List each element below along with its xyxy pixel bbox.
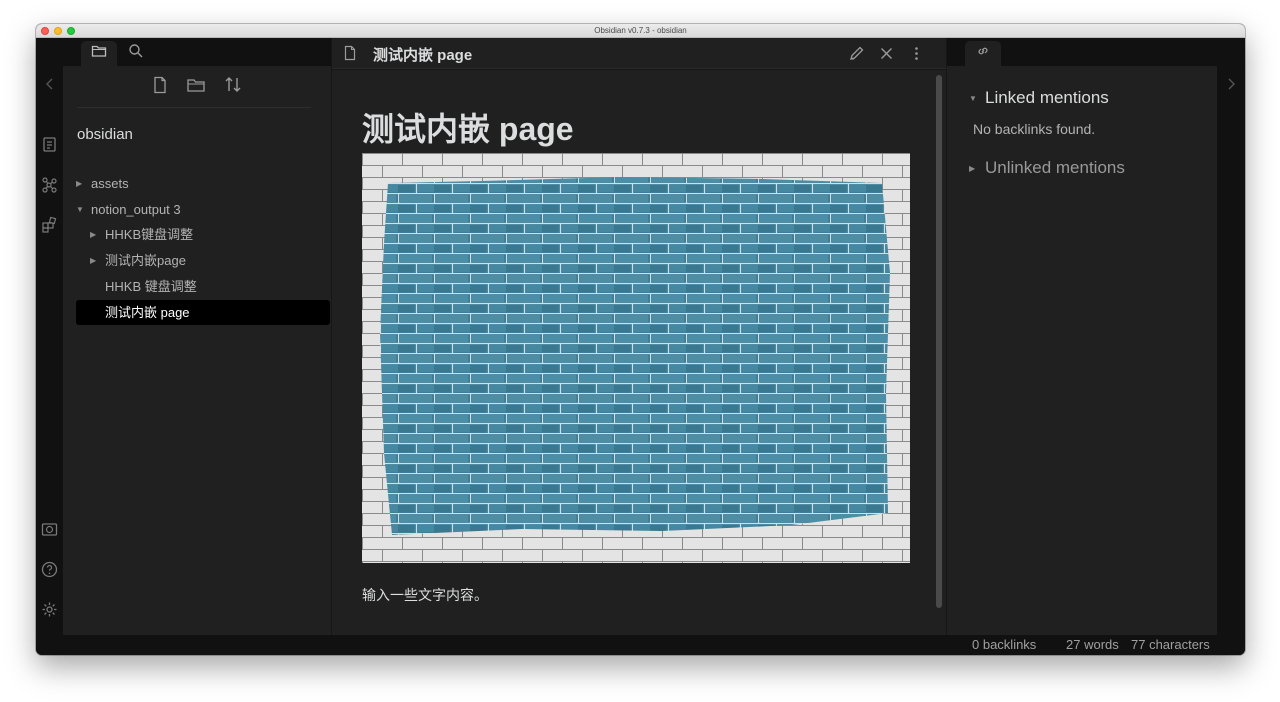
new-folder-icon[interactable]	[186, 75, 206, 95]
file-explorer-actions	[63, 72, 331, 100]
file-explorer: obsidian ▶ assets ▼ notion_output 3 ▶ HH…	[63, 66, 331, 635]
collapsed-arrow-icon: ▶	[90, 230, 97, 239]
tree-item-label: notion_output 3	[91, 202, 181, 217]
backlinks-tab[interactable]	[965, 41, 1001, 66]
tree-file-embedded-page-active[interactable]: 测试内嵌 page	[76, 300, 330, 325]
editor-view[interactable]: 测试内嵌 page 输入一些文字内容。	[332, 70, 946, 635]
more-options-icon[interactable]	[908, 45, 925, 62]
no-backlinks-message: No backlinks found.	[973, 121, 1096, 137]
status-bar: 0 backlinks 27 words 77 characters	[36, 635, 1245, 655]
unlinked-mentions-heading[interactable]: Unlinked mentions	[985, 158, 1125, 178]
note-paragraph: 输入一些文字内容。	[362, 587, 488, 603]
title-bar: Obsidian v0.7.3 - obsidian	[36, 24, 1245, 38]
graph-view-icon[interactable]	[41, 176, 58, 193]
right-sidebar-tabs	[947, 38, 1217, 66]
collapsed-arrow-icon: ▶	[76, 179, 83, 188]
character-count: 77 characters	[1131, 637, 1210, 652]
folder-icon	[91, 43, 107, 64]
link-icon	[976, 44, 990, 63]
back-arrow-icon[interactable]	[44, 77, 56, 91]
vault-icon[interactable]	[41, 521, 58, 538]
left-sidebar-tabs	[63, 38, 331, 66]
tree-folder-hhkb[interactable]: ▶ HHKB键盘调整	[76, 222, 330, 247]
vault-name: obsidian	[77, 126, 133, 143]
tree-folder-embedded-page[interactable]: ▶ 测试内嵌page	[76, 248, 330, 273]
window-title: Obsidian v0.7.3 - obsidian	[594, 26, 687, 35]
new-note-icon[interactable]	[150, 75, 170, 95]
word-count: 27 words	[1066, 637, 1119, 652]
forward-arrow-icon[interactable]	[1225, 77, 1237, 91]
close-window-button[interactable]	[41, 27, 49, 35]
zoom-window-button[interactable]	[67, 27, 75, 35]
tree-file-hhkb[interactable]: HHKB 键盘调整	[76, 274, 330, 299]
plugins-icon[interactable]	[41, 216, 58, 233]
tree-item-label: 测试内嵌page	[105, 253, 186, 268]
settings-icon[interactable]	[41, 601, 58, 618]
note-heading: 测试内嵌 page	[362, 111, 574, 147]
open-file-icon[interactable]	[41, 136, 58, 153]
editor-scrollbar[interactable]	[936, 75, 942, 608]
collapsed-arrow-icon: ▶	[90, 256, 97, 265]
tree-folder-assets[interactable]: ▶ assets	[76, 171, 330, 196]
help-icon[interactable]	[41, 561, 58, 578]
ribbon	[36, 38, 63, 635]
tree-folder-notion-output[interactable]: ▼ notion_output 3	[76, 197, 330, 222]
tree-item-label: HHKB键盘调整	[105, 227, 194, 242]
backlinks-count: 0 backlinks	[972, 637, 1037, 652]
search-tab[interactable]	[118, 41, 154, 66]
expanded-arrow-icon: ▼	[76, 205, 84, 214]
obsidian-window: Obsidian v0.7.3 - obsidian obsidian ▶ as…	[36, 24, 1245, 655]
divider	[77, 107, 311, 108]
editor-header: 测试内嵌 page	[332, 38, 946, 69]
tree-item-label: 测试内嵌 page	[105, 305, 190, 320]
embedded-image-brick-wall	[362, 153, 910, 563]
close-icon[interactable]	[878, 45, 895, 62]
edit-icon[interactable]	[848, 45, 865, 62]
sort-icon[interactable]	[223, 75, 243, 95]
linked-mentions-heading[interactable]: Linked mentions	[985, 88, 1109, 108]
expanded-arrow-icon[interactable]: ▼	[969, 94, 977, 103]
tree-item-label: HHKB 键盘调整	[105, 279, 197, 294]
minimize-window-button[interactable]	[54, 27, 62, 35]
note-tab-title: 测试内嵌 page	[373, 47, 473, 64]
collapsed-arrow-icon[interactable]: ▶	[969, 164, 975, 173]
right-rail	[1217, 38, 1245, 635]
document-icon	[342, 45, 358, 61]
search-icon	[128, 43, 144, 64]
file-explorer-tab[interactable]	[81, 41, 117, 66]
tree-item-label: assets	[91, 176, 129, 191]
backlinks-pane: ▼ Linked mentions No backlinks found. ▶ …	[947, 66, 1217, 635]
